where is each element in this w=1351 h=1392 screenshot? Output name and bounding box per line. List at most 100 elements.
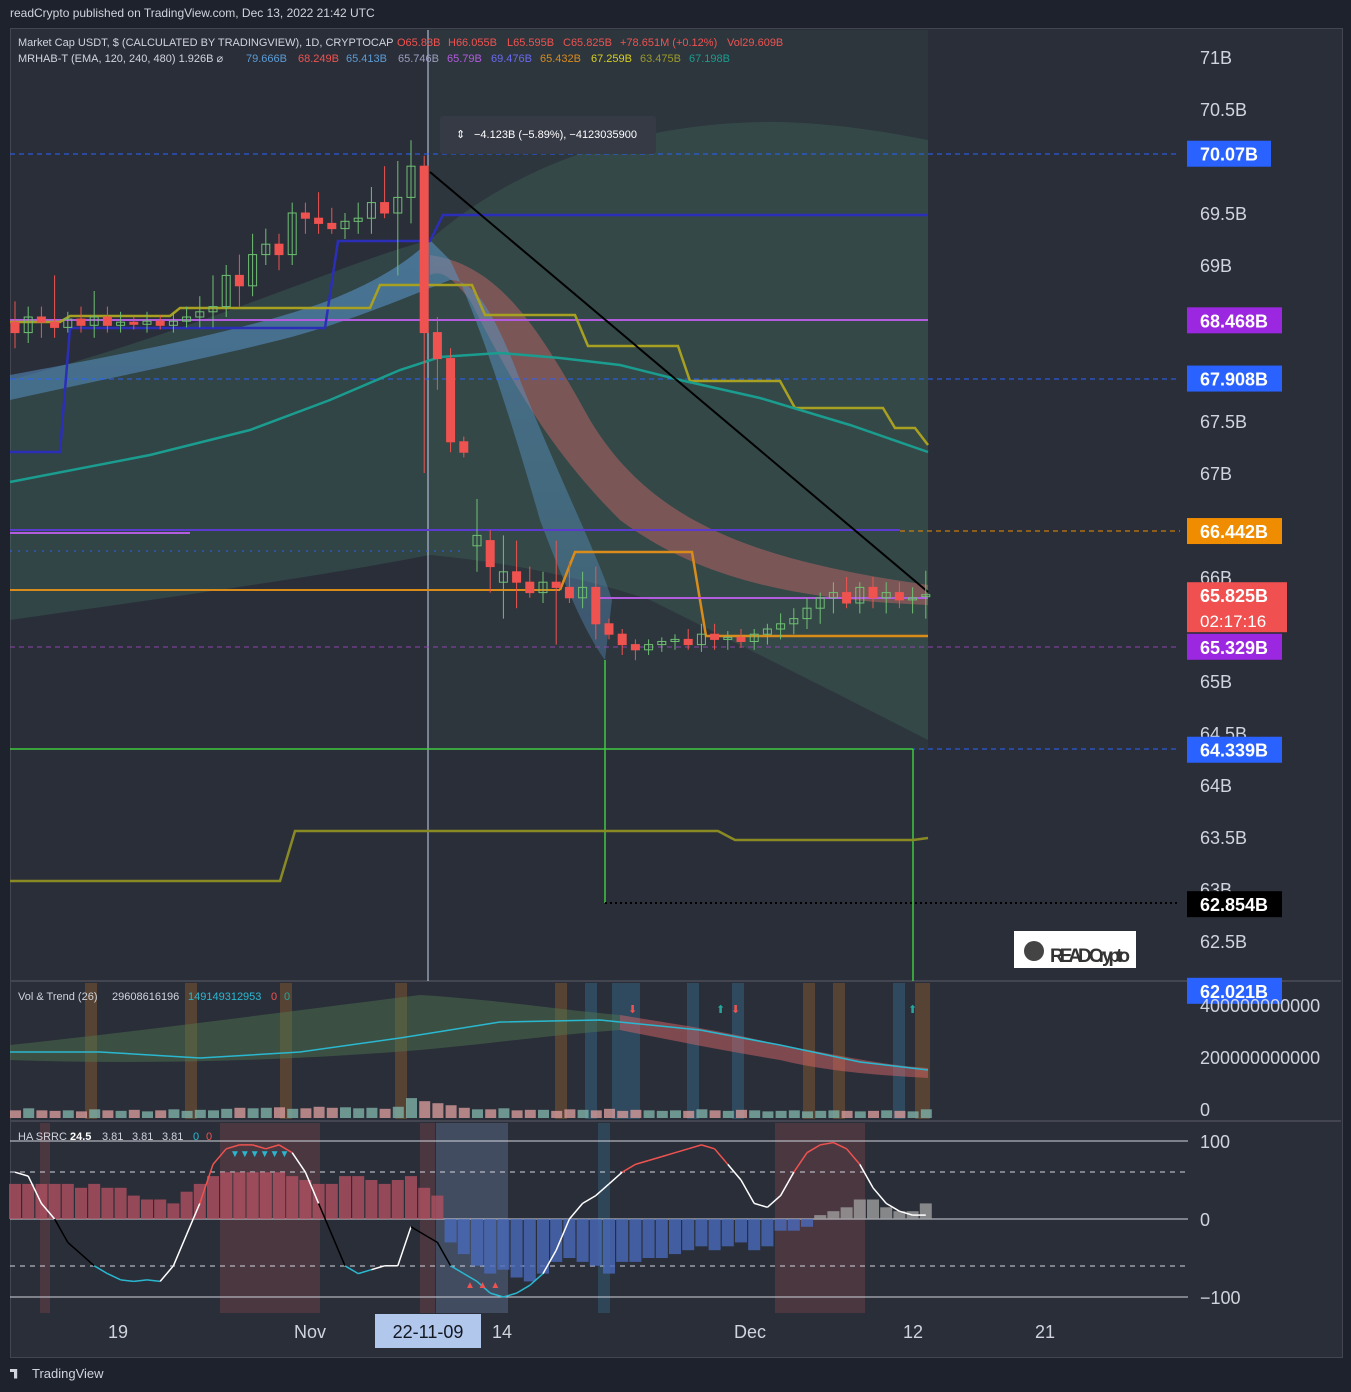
svg-text:▲ ▲ ▲: ▲ ▲ ▲ [465, 1280, 500, 1291]
srrc-bar [484, 1219, 497, 1274]
srrc-bar [471, 1219, 483, 1266]
srrc-bar [853, 1199, 866, 1219]
srrc-bar [589, 1219, 602, 1266]
srrc-bar [273, 1172, 285, 1219]
price-label-text: 65.329B [1200, 638, 1268, 658]
volume-bar [221, 1108, 233, 1118]
oscillator-segment [146, 1279, 161, 1283]
candle-body [36, 316, 46, 323]
svg-text:⬇: ⬇ [628, 1004, 637, 1016]
candle-body [102, 316, 112, 326]
legend-v10: 67.198B [689, 53, 730, 65]
oscillator-segment [568, 1202, 584, 1220]
price-label-text: 68.468B [1200, 311, 1268, 331]
candle-body [617, 633, 627, 646]
srrc-legend: HA SRRC 24.5 3.81 3.81 3.81 0 0 [18, 1131, 212, 1143]
volume-bar [683, 1110, 695, 1118]
oscillator-segment [714, 1148, 729, 1165]
legend-low: L65.595B [507, 37, 554, 49]
candle-body [76, 318, 86, 326]
volume-bar [788, 1110, 800, 1118]
price-tick-label: 67.5B [1200, 412, 1247, 432]
volume-bar [76, 1111, 87, 1118]
srrc-bar [603, 1219, 615, 1274]
srrc-bar [101, 1187, 114, 1219]
price-axis[interactable]: 71B70.5B69.5B69B67.5B67B66B65B64.5B64B63… [1200, 48, 1247, 952]
vol-label: Vol & Trend (26) [18, 991, 98, 1003]
legend-open: O65.83B [397, 37, 440, 49]
volume-bar [234, 1107, 246, 1118]
volume-bar [472, 1109, 483, 1118]
legend-v9: 63.475B [640, 53, 681, 65]
srrc-bar [339, 1176, 351, 1219]
crosshair-date-label: 22-11-09 [393, 1322, 464, 1342]
volume-bar [10, 1110, 21, 1118]
price-label-text: 65.825B [1200, 586, 1268, 606]
oscillator-segment [159, 1265, 174, 1282]
srrc-bar [787, 1219, 800, 1231]
oscillator-segment [648, 1155, 663, 1162]
srrc-tick-label: 100 [1200, 1132, 1230, 1152]
volume-bar [722, 1110, 734, 1118]
volume-bar [155, 1110, 167, 1118]
volume-bar [815, 1110, 827, 1118]
srrc-bar [801, 1219, 813, 1227]
srrc-bar [748, 1219, 761, 1251]
olive-low-line[interactable] [10, 829, 929, 883]
candle-body [736, 636, 746, 642]
srrc-bar [444, 1219, 457, 1243]
srrc-bar [154, 1199, 167, 1219]
volume-bar [300, 1108, 312, 1118]
volume-bar [617, 1110, 629, 1118]
volume-signals: ⬇ ⬆ ⬇ ⬆ [628, 1004, 917, 1016]
candle-body [459, 441, 469, 453]
candle-body [300, 212, 310, 219]
srrc-bar [391, 1180, 404, 1219]
srrc-bar [827, 1211, 840, 1219]
volume-bar [670, 1110, 681, 1118]
oscillator-segment [635, 1159, 649, 1166]
srrc-label: HA SRRC [18, 1131, 67, 1143]
time-axis[interactable]: 19 Nov 22-11-09 14 Dec 12 21 [108, 1314, 1055, 1348]
volume-bar [247, 1108, 259, 1118]
price-label-text: 64.339B [1200, 741, 1268, 761]
volume-bar [115, 1110, 127, 1118]
volume-bar [142, 1111, 153, 1118]
srrc-bar [88, 1183, 101, 1219]
volume-bar [313, 1106, 325, 1118]
volume-bar [630, 1109, 642, 1118]
legend-title: Market Cap USDT, $ (CALCULATED BY TRADIN… [18, 37, 394, 49]
oscillator-segment [687, 1144, 702, 1150]
oscillator-segment [357, 1268, 372, 1275]
vol-value-1: 29608616196 [112, 991, 179, 1003]
legend-v5: 65.79B [447, 53, 482, 65]
oscillator-segment [701, 1144, 715, 1150]
chart-canvas[interactable]: ⇕ −4.123B (−5.89%), −4123035900 Market C… [0, 0, 1351, 1392]
footer-text: TradingView [32, 1366, 104, 1381]
candle-body [380, 202, 390, 214]
oscillator-segment [753, 1202, 768, 1209]
legend-v7: 65.432B [540, 53, 581, 65]
candle-body [842, 592, 852, 604]
price-label-text: 62.854B [1200, 895, 1268, 915]
legend-v2: 68.249B [298, 53, 339, 65]
srrc-bar [180, 1191, 193, 1219]
srrc-bar [141, 1199, 153, 1219]
srrc-bar [642, 1219, 655, 1258]
srrc-bar [35, 1183, 48, 1219]
srrc-value-4: 3.81 [162, 1131, 183, 1143]
srrc-bar [365, 1180, 378, 1219]
srrc-bar [22, 1183, 35, 1219]
indicator-axes[interactable]: 400000000000 200000000000 0 100 0 −100 [1200, 996, 1320, 1308]
volume-bar [551, 1110, 563, 1118]
candle-body [683, 638, 693, 646]
oscillator-segment [80, 1253, 95, 1267]
volume-bar [168, 1109, 180, 1118]
candle-body [485, 540, 495, 568]
srrc-bar [510, 1219, 523, 1278]
srrc-bar [629, 1219, 642, 1262]
srrc-bar [207, 1176, 219, 1219]
oscillator-segment [740, 1179, 755, 1204]
srrc-bar [919, 1203, 932, 1219]
volume-bar [326, 1107, 338, 1118]
